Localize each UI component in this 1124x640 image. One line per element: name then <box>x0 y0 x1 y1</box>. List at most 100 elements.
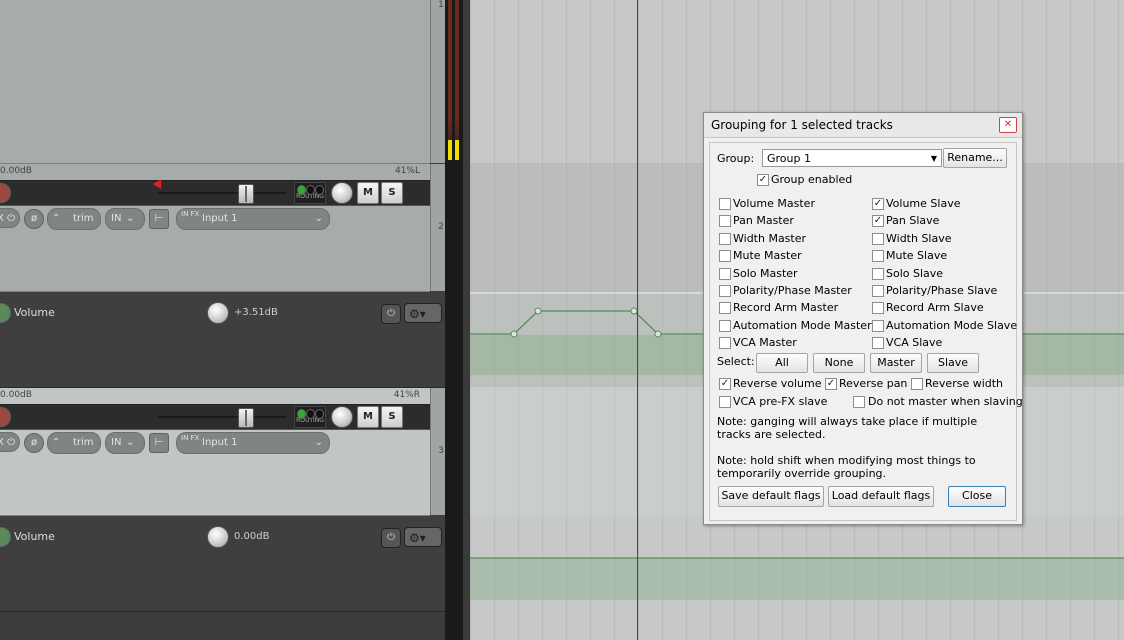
reverse-pan-checkbox[interactable]: ✓ <box>825 378 837 390</box>
track-2-header[interactable]: 0.00dB 41%L ROUTING M S X ⏻ ø ⌃ trim <box>0 164 430 292</box>
slave-flag-label: Automation Mode Slave <box>886 318 1018 332</box>
mute-button[interactable]: M <box>357 406 379 428</box>
slave-flag-label: Record Arm Slave <box>886 301 984 315</box>
envelope-point[interactable] <box>510 330 518 338</box>
envelope-lane-volume: Volume +3.51dB ⏻ ⚙▾ <box>0 292 463 388</box>
record-arm-button[interactable] <box>0 407 11 427</box>
slave-flag-checkbox[interactable]: ✓ <box>872 198 884 210</box>
master-flag-checkbox[interactable] <box>719 337 731 350</box>
slave-flag-label: Volume Slave <box>886 197 961 210</box>
automation-trim-button[interactable]: ⌃ trim <box>47 432 101 454</box>
phase-invert-icon[interactable]: ø <box>24 209 44 229</box>
master-flag-checkbox[interactable] <box>719 215 731 228</box>
fx-bypass-button[interactable]: X ⏻ <box>0 208 20 228</box>
phase-invert-icon[interactable]: ø <box>24 433 44 453</box>
close-icon[interactable]: ✕ <box>999 117 1017 133</box>
group-select[interactable]: Group 1 ▼ <box>762 149 942 167</box>
save-default-flags-button[interactable]: Save default flags <box>718 486 824 507</box>
reverse-width-label: Reverse width <box>925 377 1004 390</box>
meter-bar-right <box>455 0 459 160</box>
group-enabled-checkbox[interactable]: ✓ <box>757 174 769 186</box>
track-control-strip: ROUTING M S <box>0 404 430 430</box>
slave-flag-checkbox[interactable] <box>872 319 884 332</box>
pan-knob[interactable] <box>331 182 353 204</box>
master-flag-label: Volume Master <box>733 197 815 210</box>
envelope-icon: ⌃ <box>52 437 61 448</box>
slave-flag-label: Pan Slave <box>886 214 940 228</box>
routing-button[interactable]: ROUTING <box>294 406 326 428</box>
routing-led-icon <box>306 409 315 419</box>
envelope-bypass-icon[interactable]: ⏻ <box>381 528 401 548</box>
master-flag-checkbox[interactable] <box>719 302 731 315</box>
input-monitor-button[interactable]: IN ⌄ <box>105 432 145 454</box>
in-label: IN <box>111 437 122 448</box>
input-monitor-button[interactable]: IN ⌄ <box>105 208 145 230</box>
slave-flag-checkbox[interactable]: ✓ <box>872 215 884 228</box>
master-flag-checkbox[interactable] <box>719 267 731 280</box>
input-select-dropdown[interactable]: IN FX Input 1 ⌄ <box>176 432 330 454</box>
slave-flag-checkbox[interactable] <box>872 232 884 245</box>
reverse-volume-checkbox[interactable]: ✓ <box>719 378 731 390</box>
envelope-name: Volume <box>14 530 55 543</box>
envelope-active-icon[interactable] <box>0 303 11 323</box>
input-label: Input 1 <box>202 437 238 448</box>
master-flag-label: Automation Mode Master <box>733 318 872 332</box>
pan-knob[interactable] <box>331 406 353 428</box>
load-default-flags-button[interactable]: Load default flags <box>828 486 934 507</box>
chevron-down-icon: ⌄ <box>126 437 135 448</box>
vca-prefx-label: VCA pre-FX slave <box>733 395 828 408</box>
master-flag-checkbox[interactable] <box>719 250 731 263</box>
select-slave-button[interactable]: Slave <box>927 353 979 373</box>
solo-button[interactable]: S <box>381 182 403 204</box>
select-master-button[interactable]: Master <box>870 353 922 373</box>
select-all-button[interactable]: All <box>756 353 808 373</box>
rename-button[interactable]: Rename... <box>943 148 1007 168</box>
select-none-button[interactable]: None <box>813 353 865 373</box>
envelope-lane-volume: Volume 0.00dB ⏻ ⚙▾ <box>0 516 463 612</box>
fx-bypass-button[interactable]: X ⏻ <box>0 432 20 452</box>
envelope-bypass-icon[interactable]: ⏻ <box>381 304 401 324</box>
edit-cursor[interactable] <box>637 0 638 640</box>
envelope-active-icon[interactable] <box>0 527 11 547</box>
master-flag-checkbox[interactable] <box>719 319 731 332</box>
track-control-panel: 1 0.00dB 41%L ROUTING M S X ⏻ ø ⌃ tr <box>0 0 463 640</box>
do-not-master-checkbox[interactable] <box>853 396 865 408</box>
master-flag-checkbox[interactable] <box>719 198 731 210</box>
clip-indicator-icon <box>152 177 166 189</box>
solo-button[interactable]: S <box>381 406 403 428</box>
master-flag-checkbox[interactable] <box>719 285 731 297</box>
envelope-point[interactable] <box>534 307 542 315</box>
master-flag-label: Width Master <box>733 231 807 245</box>
track-1-header[interactable] <box>0 0 430 164</box>
track-3-header[interactable]: 0.00dB 41%R ROUTING M S X ⏻ ø ⌃ trim <box>0 388 430 516</box>
master-flag-checkbox[interactable] <box>719 232 731 245</box>
slave-flag-checkbox[interactable] <box>872 267 884 280</box>
input-label: Input 1 <box>202 213 238 224</box>
record-arm-button[interactable] <box>0 183 11 203</box>
volume-fader-thumb[interactable] <box>238 184 254 204</box>
slave-flag-checkbox[interactable] <box>872 250 884 263</box>
close-button[interactable]: Close <box>948 486 1006 507</box>
volume-fader-thumb[interactable] <box>238 408 254 428</box>
input-select-dropdown[interactable]: IN FX Input 1 ⌄ <box>176 208 330 230</box>
mute-button[interactable]: M <box>357 182 379 204</box>
trim-label: trim <box>73 437 94 448</box>
slave-flag-checkbox[interactable] <box>872 285 884 297</box>
reverse-width-checkbox[interactable] <box>911 378 923 390</box>
input-fx-icon[interactable]: ⊢ <box>149 433 169 453</box>
envelope-settings-gear-icon[interactable]: ⚙▾ <box>404 303 442 323</box>
envelope-settings-gear-icon[interactable]: ⚙▾ <box>404 527 442 547</box>
chevron-down-icon: ⌄ <box>126 213 135 224</box>
input-fx-icon[interactable]: ⊢ <box>149 209 169 229</box>
dialog-titlebar[interactable]: Grouping for 1 selected tracks ✕ <box>704 113 1022 138</box>
group-enabled-label: Group enabled <box>771 173 853 186</box>
routing-button[interactable]: ROUTING <box>294 182 326 204</box>
slave-flag-checkbox[interactable] <box>872 337 884 350</box>
track-secondary-row: X ⏻ ø ⌃ trim IN ⌄ ⊢ IN FX Input 1 ⌄ <box>0 208 430 230</box>
automation-trim-button[interactable]: ⌃ trim <box>47 208 101 230</box>
envelope-value-knob[interactable] <box>207 526 229 548</box>
envelope-value-knob[interactable] <box>207 302 229 324</box>
vca-prefx-checkbox[interactable] <box>719 396 731 408</box>
envelope-point[interactable] <box>654 330 662 338</box>
slave-flag-checkbox[interactable] <box>872 302 884 315</box>
